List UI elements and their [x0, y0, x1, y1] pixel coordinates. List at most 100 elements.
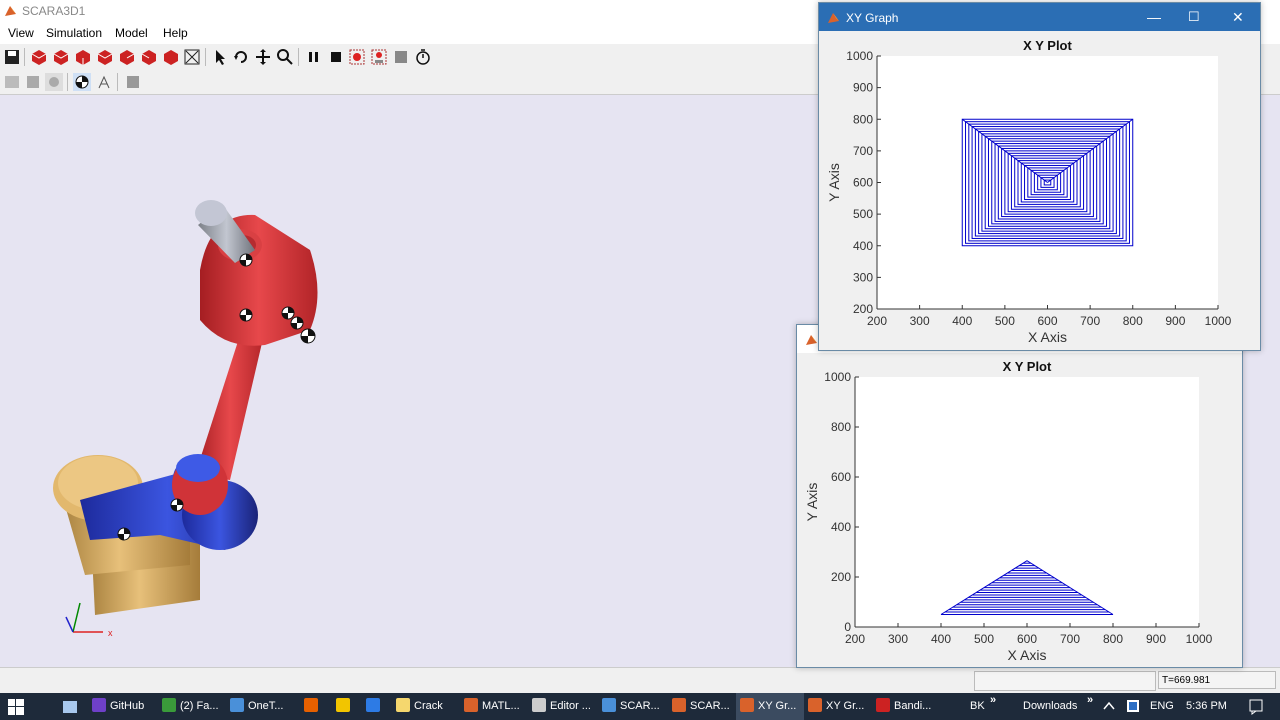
taskbar-item-label: SCAR... — [690, 700, 730, 712]
stop-icon[interactable] — [327, 48, 345, 66]
taskbar-item[interactable]: XY Gr... — [804, 693, 872, 720]
view-back-icon[interactable] — [74, 48, 92, 66]
film-icon[interactable] — [392, 48, 410, 66]
taskbar-item[interactable]: OneT... — [226, 693, 294, 720]
pause-icon[interactable] — [305, 48, 323, 66]
taskbar-item[interactable] — [332, 693, 362, 720]
app-icon — [740, 698, 754, 712]
minimize-button[interactable]: — — [1147, 9, 1161, 25]
view-solid-icon[interactable] — [162, 48, 180, 66]
matlab-icon — [5, 6, 16, 16]
show-hidden-icons-icon[interactable] — [1103, 701, 1115, 711]
app-icon — [876, 698, 890, 712]
y-tick-label: 1000 — [846, 49, 873, 63]
taskbar-item[interactable]: Editor ... — [528, 693, 596, 720]
rotate-icon[interactable] — [232, 48, 250, 66]
x-tick-label: 700 — [1060, 632, 1080, 646]
taskbar-item-label: (2) Fa... — [180, 700, 219, 712]
center-of-mass-icon[interactable] — [73, 73, 91, 91]
record-settings-icon[interactable] — [370, 48, 388, 66]
close-button[interactable]: ✕ — [1232, 9, 1244, 26]
view-top-icon[interactable] — [96, 48, 114, 66]
app-icon — [336, 698, 350, 712]
y-tick-label: 900 — [853, 81, 873, 95]
x-tick-label: 200 — [845, 632, 865, 646]
taskbar-item[interactable]: SCAR... — [598, 693, 666, 720]
menu-model[interactable]: Model — [115, 26, 148, 40]
select-arrow-icon[interactable] — [211, 48, 229, 66]
y-axis-label: Y Axis — [804, 483, 820, 522]
frame-icon[interactable] — [24, 73, 42, 91]
simulation-time: T=669.981 — [1158, 671, 1276, 689]
taskbar-item[interactable]: MATL... — [460, 693, 528, 720]
y-tick-label: 600 — [853, 176, 873, 190]
taskbar-item[interactable]: GitHub — [88, 693, 156, 720]
pan-icon[interactable] — [254, 48, 272, 66]
x-tick-label: 500 — [995, 314, 1015, 328]
xy-plot-2: X Y Plot200 300 400 500 600 700 800 900 10000200… — [804, 359, 1213, 663]
x-tick-label: 600 — [1017, 632, 1037, 646]
status-cell — [974, 671, 1156, 691]
y-axis-label: Y Axis — [826, 163, 842, 202]
tray-chevron[interactable]: » — [990, 687, 996, 714]
y-tick-label: 700 — [853, 144, 873, 158]
axes-frame-icon[interactable] — [95, 73, 113, 91]
scara-robot — [53, 200, 318, 615]
taskbar-item-label: Crack — [414, 700, 443, 712]
menu-help[interactable]: Help — [163, 26, 188, 40]
task-view-icon[interactable] — [62, 699, 78, 715]
view-front-icon[interactable] — [52, 48, 70, 66]
app-icon — [366, 698, 380, 712]
window-title-bar[interactable]: XY Graph — ☐ ✕ — [819, 3, 1260, 31]
tray-language[interactable]: ENG — [1150, 693, 1174, 720]
taskbar-item[interactable] — [300, 693, 330, 720]
tray-downloads[interactable]: Downloads — [1023, 693, 1077, 720]
menu-simulation[interactable]: Simulation — [46, 26, 102, 40]
xy-graph-window-2[interactable]: X Y Plot 200 300 400 500 600 700 800 900 1000 0 200… — [796, 324, 1243, 668]
taskbar-item-label: OneT... — [248, 700, 284, 712]
app-icon — [602, 698, 616, 712]
y-tick-label: 0 — [844, 620, 851, 634]
y-tick-label: 300 — [853, 270, 873, 284]
maximize-button[interactable]: ☐ — [1188, 9, 1200, 25]
taskbar-item[interactable]: Bandi... — [872, 693, 940, 720]
record-icon[interactable] — [348, 48, 366, 66]
view-side-icon[interactable] — [140, 48, 158, 66]
notification-app-icon[interactable] — [1126, 699, 1140, 713]
action-center-icon[interactable] — [1248, 698, 1264, 715]
menu-view[interactable]: View — [8, 26, 34, 40]
plot-area — [855, 377, 1199, 627]
x-tick-label: 1000 — [1205, 314, 1232, 328]
view-cube-icon[interactable] — [30, 48, 48, 66]
taskbar-item[interactable] — [362, 693, 392, 720]
tray-lang-short[interactable]: BK — [970, 693, 985, 720]
x-tick-label: 700 — [1080, 314, 1100, 328]
x-tick-label: 800 — [1103, 632, 1123, 646]
zoom-icon[interactable] — [276, 48, 294, 66]
chart-title: X Y Plot — [1023, 38, 1072, 53]
save-icon[interactable] — [3, 48, 21, 66]
x-tick-label: 900 — [1146, 632, 1166, 646]
tray-clock[interactable]: 5:36 PM — [1186, 693, 1227, 720]
taskbar-item[interactable]: Crack — [392, 693, 460, 720]
contact-icon[interactable] — [124, 73, 142, 91]
window-title: XY Graph — [846, 11, 899, 25]
fit-view-icon[interactable] — [183, 48, 201, 66]
xy-graph-window-1[interactable]: XY Graph — ☐ ✕ X Y Plot 200 300 400 500 600 70… — [818, 2, 1261, 351]
x-tick-label: 400 — [931, 632, 951, 646]
app-icon — [532, 698, 546, 712]
gear-icon[interactable] — [45, 73, 63, 91]
windows-start-icon[interactable] — [8, 699, 24, 715]
taskbar-item[interactable]: (2) Fa... — [158, 693, 226, 720]
view-bottom-icon[interactable] — [118, 48, 136, 66]
chart-title: X Y Plot — [1003, 359, 1052, 374]
tray-chevron-2[interactable]: » — [1087, 687, 1093, 714]
y-tick-label: 400 — [853, 239, 873, 253]
taskbar-item[interactable]: SCAR... — [668, 693, 736, 720]
taskbar-item[interactable]: XY Gr... — [736, 693, 804, 720]
app-icon — [396, 698, 410, 712]
grid-icon[interactable] — [3, 73, 21, 91]
taskbar-item-label: XY Gr... — [758, 700, 797, 712]
app-icon — [672, 698, 686, 712]
timer-icon[interactable] — [414, 48, 432, 66]
